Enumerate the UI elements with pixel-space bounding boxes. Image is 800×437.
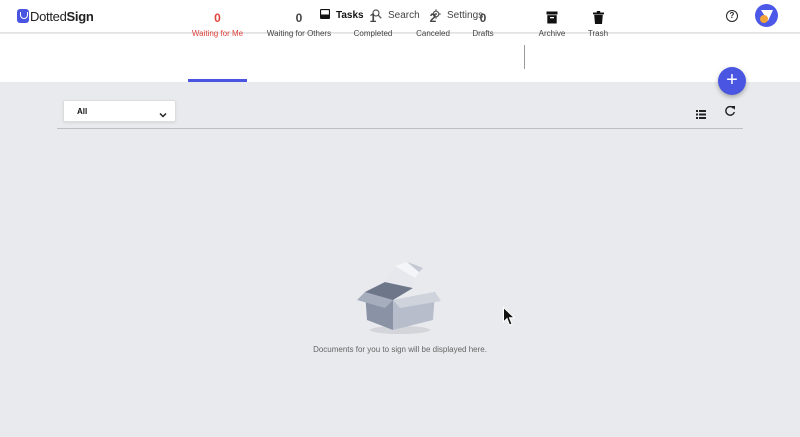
status-tab-bar [0, 34, 800, 82]
tab-label: Drafts [472, 29, 494, 38]
status-filter-select[interactable]: All [63, 100, 176, 122]
tab-label: Canceled [416, 29, 450, 38]
tab-divider [524, 45, 525, 69]
tab-waiting-for-me[interactable]: 0 Waiting for Me [188, 11, 247, 38]
filter-selected-value: All [77, 107, 88, 116]
tab-count: 2 [429, 11, 437, 25]
tab-count: 1 [369, 11, 377, 25]
tab-count: 0 [295, 11, 303, 25]
mouse-pointer-icon [503, 306, 516, 332]
tab-label: Archive [538, 29, 566, 38]
app-logo[interactable]: DottedSign [17, 8, 94, 24]
tab-archive[interactable]: Archive [537, 11, 567, 38]
create-document-button[interactable]: + [718, 67, 746, 95]
tab-label: Trash [587, 29, 609, 38]
tab-completed[interactable]: 1 Completed [350, 11, 396, 38]
content-divider [57, 128, 743, 129]
help-circle-icon[interactable]: ? [726, 10, 738, 22]
chevron-down-icon [159, 106, 167, 124]
tab-canceled[interactable]: 2 Canceled [413, 11, 453, 38]
avatar[interactable] [755, 4, 778, 27]
tab-count: 0 [214, 11, 221, 25]
logo-mark-icon [17, 9, 29, 23]
logo-text: DottedSign [30, 8, 94, 24]
tab-label: Waiting for Me [191, 29, 244, 38]
refresh-icon[interactable] [724, 104, 736, 122]
tab-waiting-for-others[interactable]: 0 Waiting for Others [264, 11, 334, 38]
tab-label: Waiting for Others [266, 29, 332, 38]
open-box-illustration [355, 258, 445, 343]
tab-trash[interactable]: Trash [586, 11, 610, 38]
trash-icon [586, 11, 610, 26]
top-bar: DottedSign Tasks Search Settings ? [0, 0, 800, 33]
empty-state-message: Documents for you to sign will be displa… [313, 345, 487, 354]
plus-icon: + [726, 69, 738, 91]
active-tab-indicator [188, 79, 247, 82]
list-view-icon[interactable] [696, 106, 706, 124]
tab-count: 0 [479, 11, 487, 25]
tab-drafts[interactable]: 0 Drafts [468, 11, 498, 38]
archive-icon [537, 11, 567, 26]
avatar-graphic [760, 10, 773, 23]
tab-label: Completed [353, 29, 393, 38]
